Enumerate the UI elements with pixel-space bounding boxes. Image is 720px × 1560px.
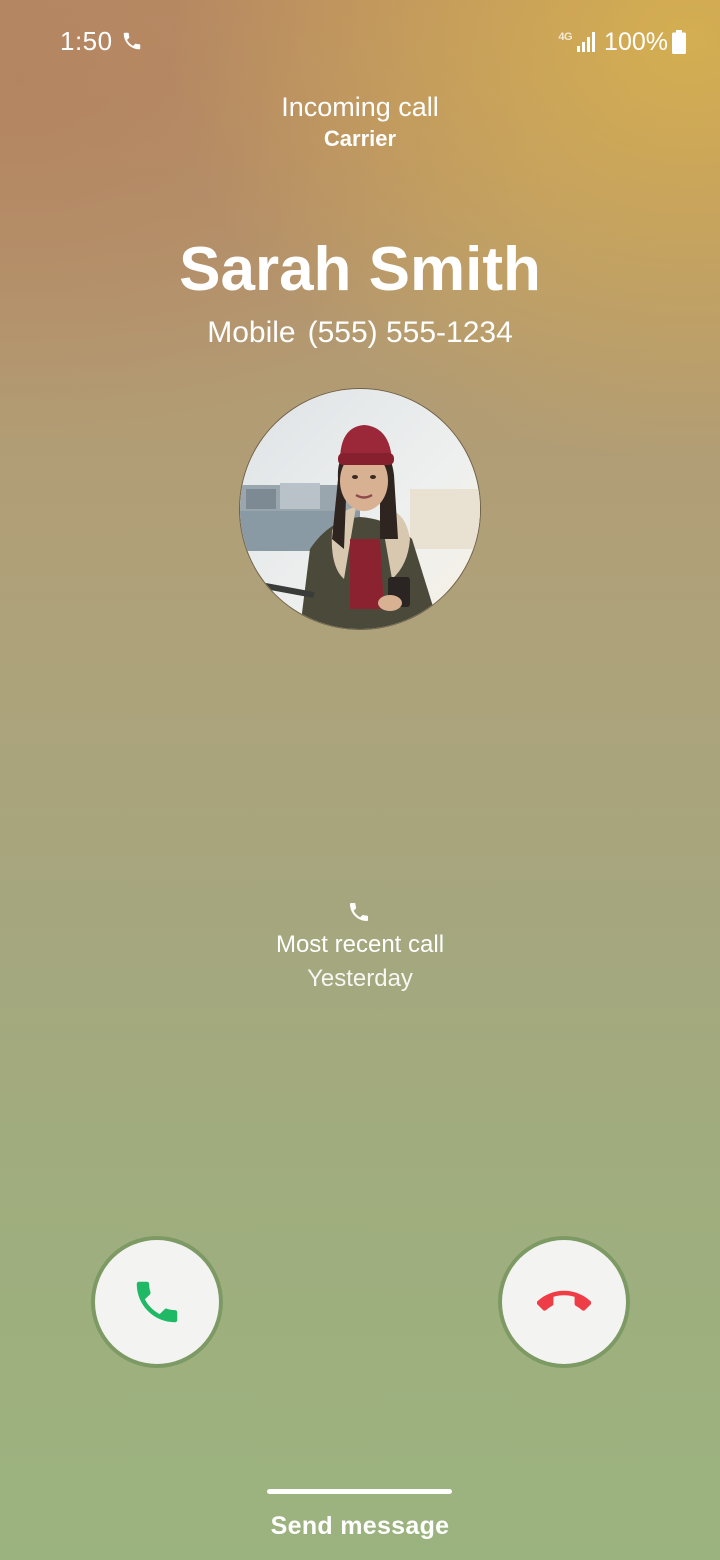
send-message-button[interactable]: Send message (0, 1512, 720, 1541)
send-message-handle[interactable] (267, 1489, 452, 1494)
status-time: 1:50 (60, 26, 113, 56)
ongoing-call-icon (123, 32, 141, 50)
number-type: Mobile (207, 316, 296, 349)
battery-icon (672, 30, 686, 54)
phone-icon (136, 1281, 178, 1323)
phone-number: (555) 555-1234 (307, 316, 513, 349)
caller-number: Mobile (555) 555-1234 (0, 316, 720, 350)
signal-icon (577, 32, 596, 52)
accept-call-button[interactable] (95, 1240, 219, 1364)
network-type: 4G (558, 31, 573, 43)
status-bar: 1:50 4G 100% (0, 0, 720, 84)
decline-call-button[interactable] (502, 1240, 626, 1364)
caller-avatar (240, 389, 480, 629)
recent-call-icon (350, 903, 368, 921)
carrier-name: Carrier (323, 126, 397, 151)
hang-up-icon (537, 1290, 591, 1311)
status-indicators: 4G 100% (558, 26, 686, 58)
battery-percent: 100% (604, 27, 668, 56)
caller-name: Sarah Smith (179, 235, 541, 304)
call-status: Incoming call (281, 92, 439, 122)
recent-call-date: Yesterday (307, 965, 413, 992)
recent-call-label: Most recent call (275, 931, 445, 958)
